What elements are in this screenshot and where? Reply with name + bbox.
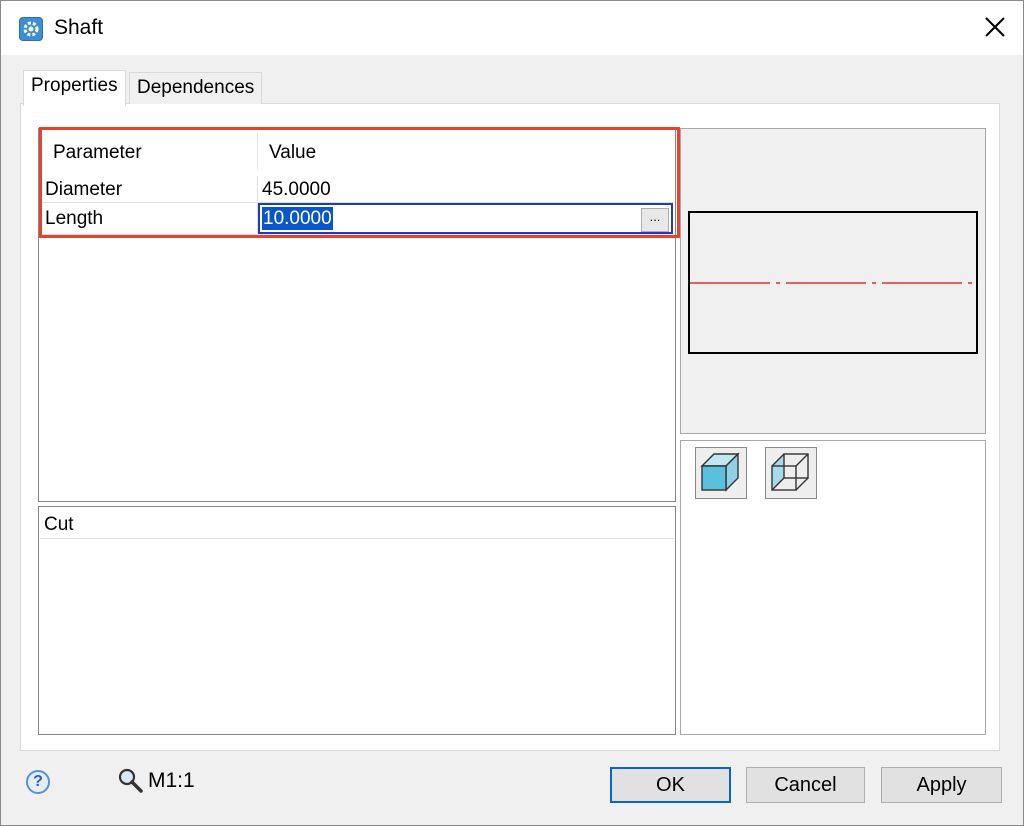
tab-properties[interactable]: Properties	[23, 70, 126, 106]
solid-cube-icon	[700, 452, 740, 492]
scale-label: M1:1	[148, 769, 195, 792]
cancel-button[interactable]: Cancel	[746, 767, 865, 803]
cut-header-divider	[40, 538, 674, 539]
cut-panel	[38, 506, 676, 735]
wireframe-view-button[interactable]	[765, 447, 817, 499]
window-title: Shaft	[54, 16, 104, 39]
magnifier-icon[interactable]	[116, 766, 144, 794]
help-icon[interactable]: ?	[26, 770, 50, 794]
wireframe-cube-icon	[771, 453, 809, 491]
tab-dependences[interactable]: Dependences	[129, 72, 263, 104]
ok-button[interactable]: OK	[610, 767, 731, 803]
close-icon[interactable]	[980, 12, 1010, 42]
cut-header[interactable]: Cut	[44, 513, 74, 537]
title-bar	[1, 1, 1023, 55]
center-axis-line	[690, 282, 976, 284]
gear-icon	[19, 17, 43, 41]
solid-view-button[interactable]	[695, 447, 747, 499]
highlight-frame	[39, 127, 680, 238]
apply-button[interactable]: Apply	[881, 767, 1002, 803]
